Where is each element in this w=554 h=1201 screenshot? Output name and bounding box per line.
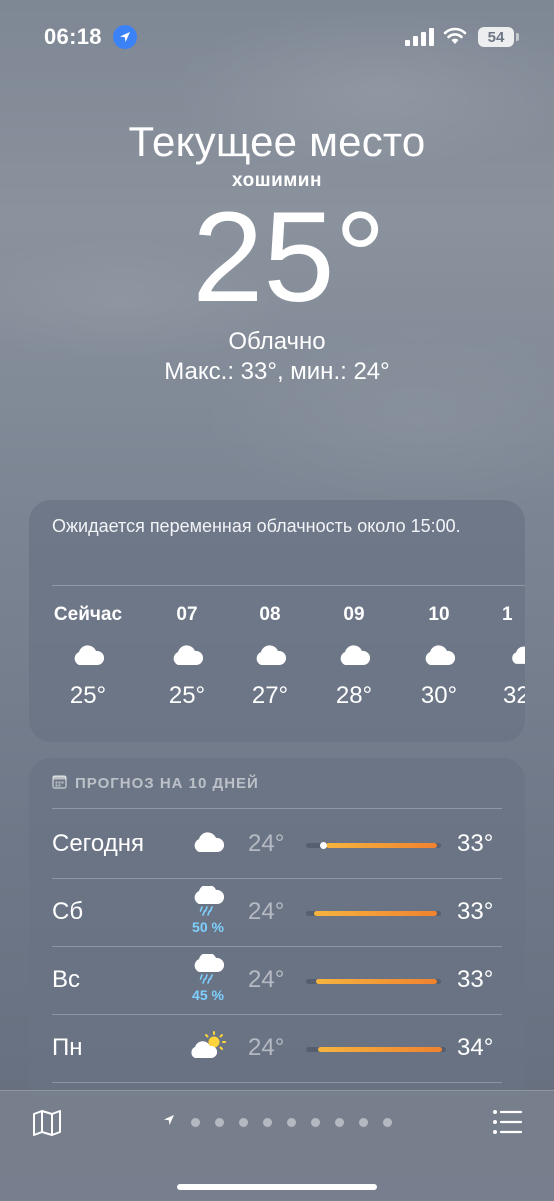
cloud-icon xyxy=(46,634,130,676)
temperature-range-bar xyxy=(306,911,441,916)
hour-label: 07 xyxy=(176,604,198,625)
location-arrow-icon[interactable] xyxy=(162,1113,176,1132)
calendar-icon xyxy=(52,774,67,793)
cloud-rain-icon: 45 % xyxy=(185,952,231,1003)
hour-item: 08 27° xyxy=(228,604,312,710)
home-indicator[interactable] xyxy=(177,1184,377,1190)
page-dot[interactable] xyxy=(191,1117,200,1127)
day-high: 33° xyxy=(457,966,494,993)
ten-day-title-label: ПРОГНОЗ НА 10 ДНЕЙ xyxy=(75,775,259,792)
hour-temperature: 32 xyxy=(503,682,525,709)
temperature-range-bar xyxy=(306,1047,446,1052)
day-row[interactable]: Вс 45 % 24° 33° xyxy=(29,946,525,1014)
day-row[interactable]: Пн 24° 34° xyxy=(29,1014,525,1082)
page-dot[interactable] xyxy=(263,1117,272,1127)
cloud-icon xyxy=(479,634,525,676)
day-high: 33° xyxy=(457,898,494,925)
hour-temperature: 27° xyxy=(251,682,289,709)
current-weather-header: Текущее место хошимин 25° Облачно Макс.:… xyxy=(0,118,554,386)
cloud-icon xyxy=(228,634,312,676)
map-icon[interactable] xyxy=(32,1109,62,1137)
page-dot[interactable] xyxy=(239,1117,248,1127)
hour-item: 10 30° xyxy=(397,604,481,710)
temperature-range-fill xyxy=(326,843,437,848)
day-low: 24° xyxy=(248,898,285,925)
hour-item: 07 25° xyxy=(145,604,229,710)
status-time: 06:18 xyxy=(44,24,102,49)
cloud-rain-icon: 50 % xyxy=(185,884,231,935)
partly-sunny-icon xyxy=(185,1030,231,1067)
page-indicator[interactable] xyxy=(162,1114,392,1130)
hour-label: 09 xyxy=(343,604,365,625)
divider xyxy=(52,808,502,809)
cloud-icon xyxy=(397,634,481,676)
list-icon[interactable] xyxy=(492,1109,522,1135)
wifi-icon xyxy=(443,27,467,44)
current-temp-dot xyxy=(320,842,327,849)
bottom-toolbar xyxy=(0,1090,554,1201)
hour-temperature: 25° xyxy=(69,682,107,709)
cloud-icon xyxy=(185,830,231,859)
hourly-list[interactable]: Сейчас 25° 07 25° 08 27° 09 28° 10 30° 1… xyxy=(29,604,525,724)
temperature-range-bar xyxy=(306,979,441,984)
hour-temperature: 30° xyxy=(420,682,458,709)
temperature-range-bar xyxy=(306,842,441,849)
hour-label: Сейчас xyxy=(53,604,123,625)
battery-nub xyxy=(516,33,519,41)
current-temperature: 25° xyxy=(192,186,386,329)
page-dot[interactable] xyxy=(215,1117,224,1127)
location-title: Текущее место xyxy=(128,118,426,165)
hourly-forecast-card[interactable]: Ожидается переменная облачность около 15… xyxy=(29,500,525,742)
day-row[interactable]: Сб 50 % 24° 33° xyxy=(29,878,525,946)
temperature-range-fill xyxy=(318,1047,442,1052)
divider xyxy=(52,585,525,586)
hour-label: 1 xyxy=(502,604,513,625)
page-dot[interactable] xyxy=(287,1117,296,1127)
page-dot[interactable] xyxy=(335,1117,344,1127)
day-low: 24° xyxy=(248,966,285,993)
day-low: 24° xyxy=(248,830,285,857)
day-high: 34° xyxy=(457,1034,494,1061)
day-label: Вс xyxy=(52,966,81,993)
day-label: Пн xyxy=(52,1034,83,1061)
cellular-signal-icon xyxy=(405,28,434,46)
hour-label: 08 xyxy=(259,604,281,625)
ten-day-title: ПРОГНОЗ НА 10 ДНЕЙ xyxy=(52,774,259,793)
battery-indicator: 54 xyxy=(478,27,514,47)
precipitation-chance: 45 % xyxy=(192,987,224,1003)
day-row[interactable]: Сегодня 24° 33° xyxy=(29,810,525,878)
day-label: Сб xyxy=(52,898,84,925)
divider xyxy=(52,1082,502,1083)
hour-item: 1 32 xyxy=(479,604,525,710)
hour-label: 10 xyxy=(428,604,450,625)
temperature-range-fill xyxy=(316,979,437,984)
day-low: 24° xyxy=(248,1034,285,1061)
page-dot[interactable] xyxy=(359,1117,368,1127)
location-arrow-icon xyxy=(113,25,137,49)
hour-temperature: 25° xyxy=(168,682,206,709)
hour-item: Сейчас 25° xyxy=(46,604,130,710)
high-low-temperature: Макс.: 33°, мин.: 24° xyxy=(164,358,390,385)
temperature-range-fill xyxy=(314,911,437,916)
page-dot[interactable] xyxy=(311,1117,320,1127)
precipitation-chance: 50 % xyxy=(192,919,224,935)
day-label: Сегодня xyxy=(52,830,144,857)
page-dot[interactable] xyxy=(383,1117,392,1127)
status-bar: 06:18 54 xyxy=(0,22,554,54)
ten-day-forecast-card[interactable]: ПРОГНОЗ НА 10 ДНЕЙ Сегодня 24° 33° Сб 50… xyxy=(29,758,525,1118)
forecast-summary: Ожидается переменная облачность около 15… xyxy=(52,516,461,536)
hour-temperature: 28° xyxy=(335,682,373,709)
cloud-icon xyxy=(145,634,229,676)
cloud-icon xyxy=(312,634,396,676)
hour-item: 09 28° xyxy=(312,604,396,710)
weather-condition: Облачно xyxy=(228,328,326,355)
day-high: 33° xyxy=(457,830,494,857)
